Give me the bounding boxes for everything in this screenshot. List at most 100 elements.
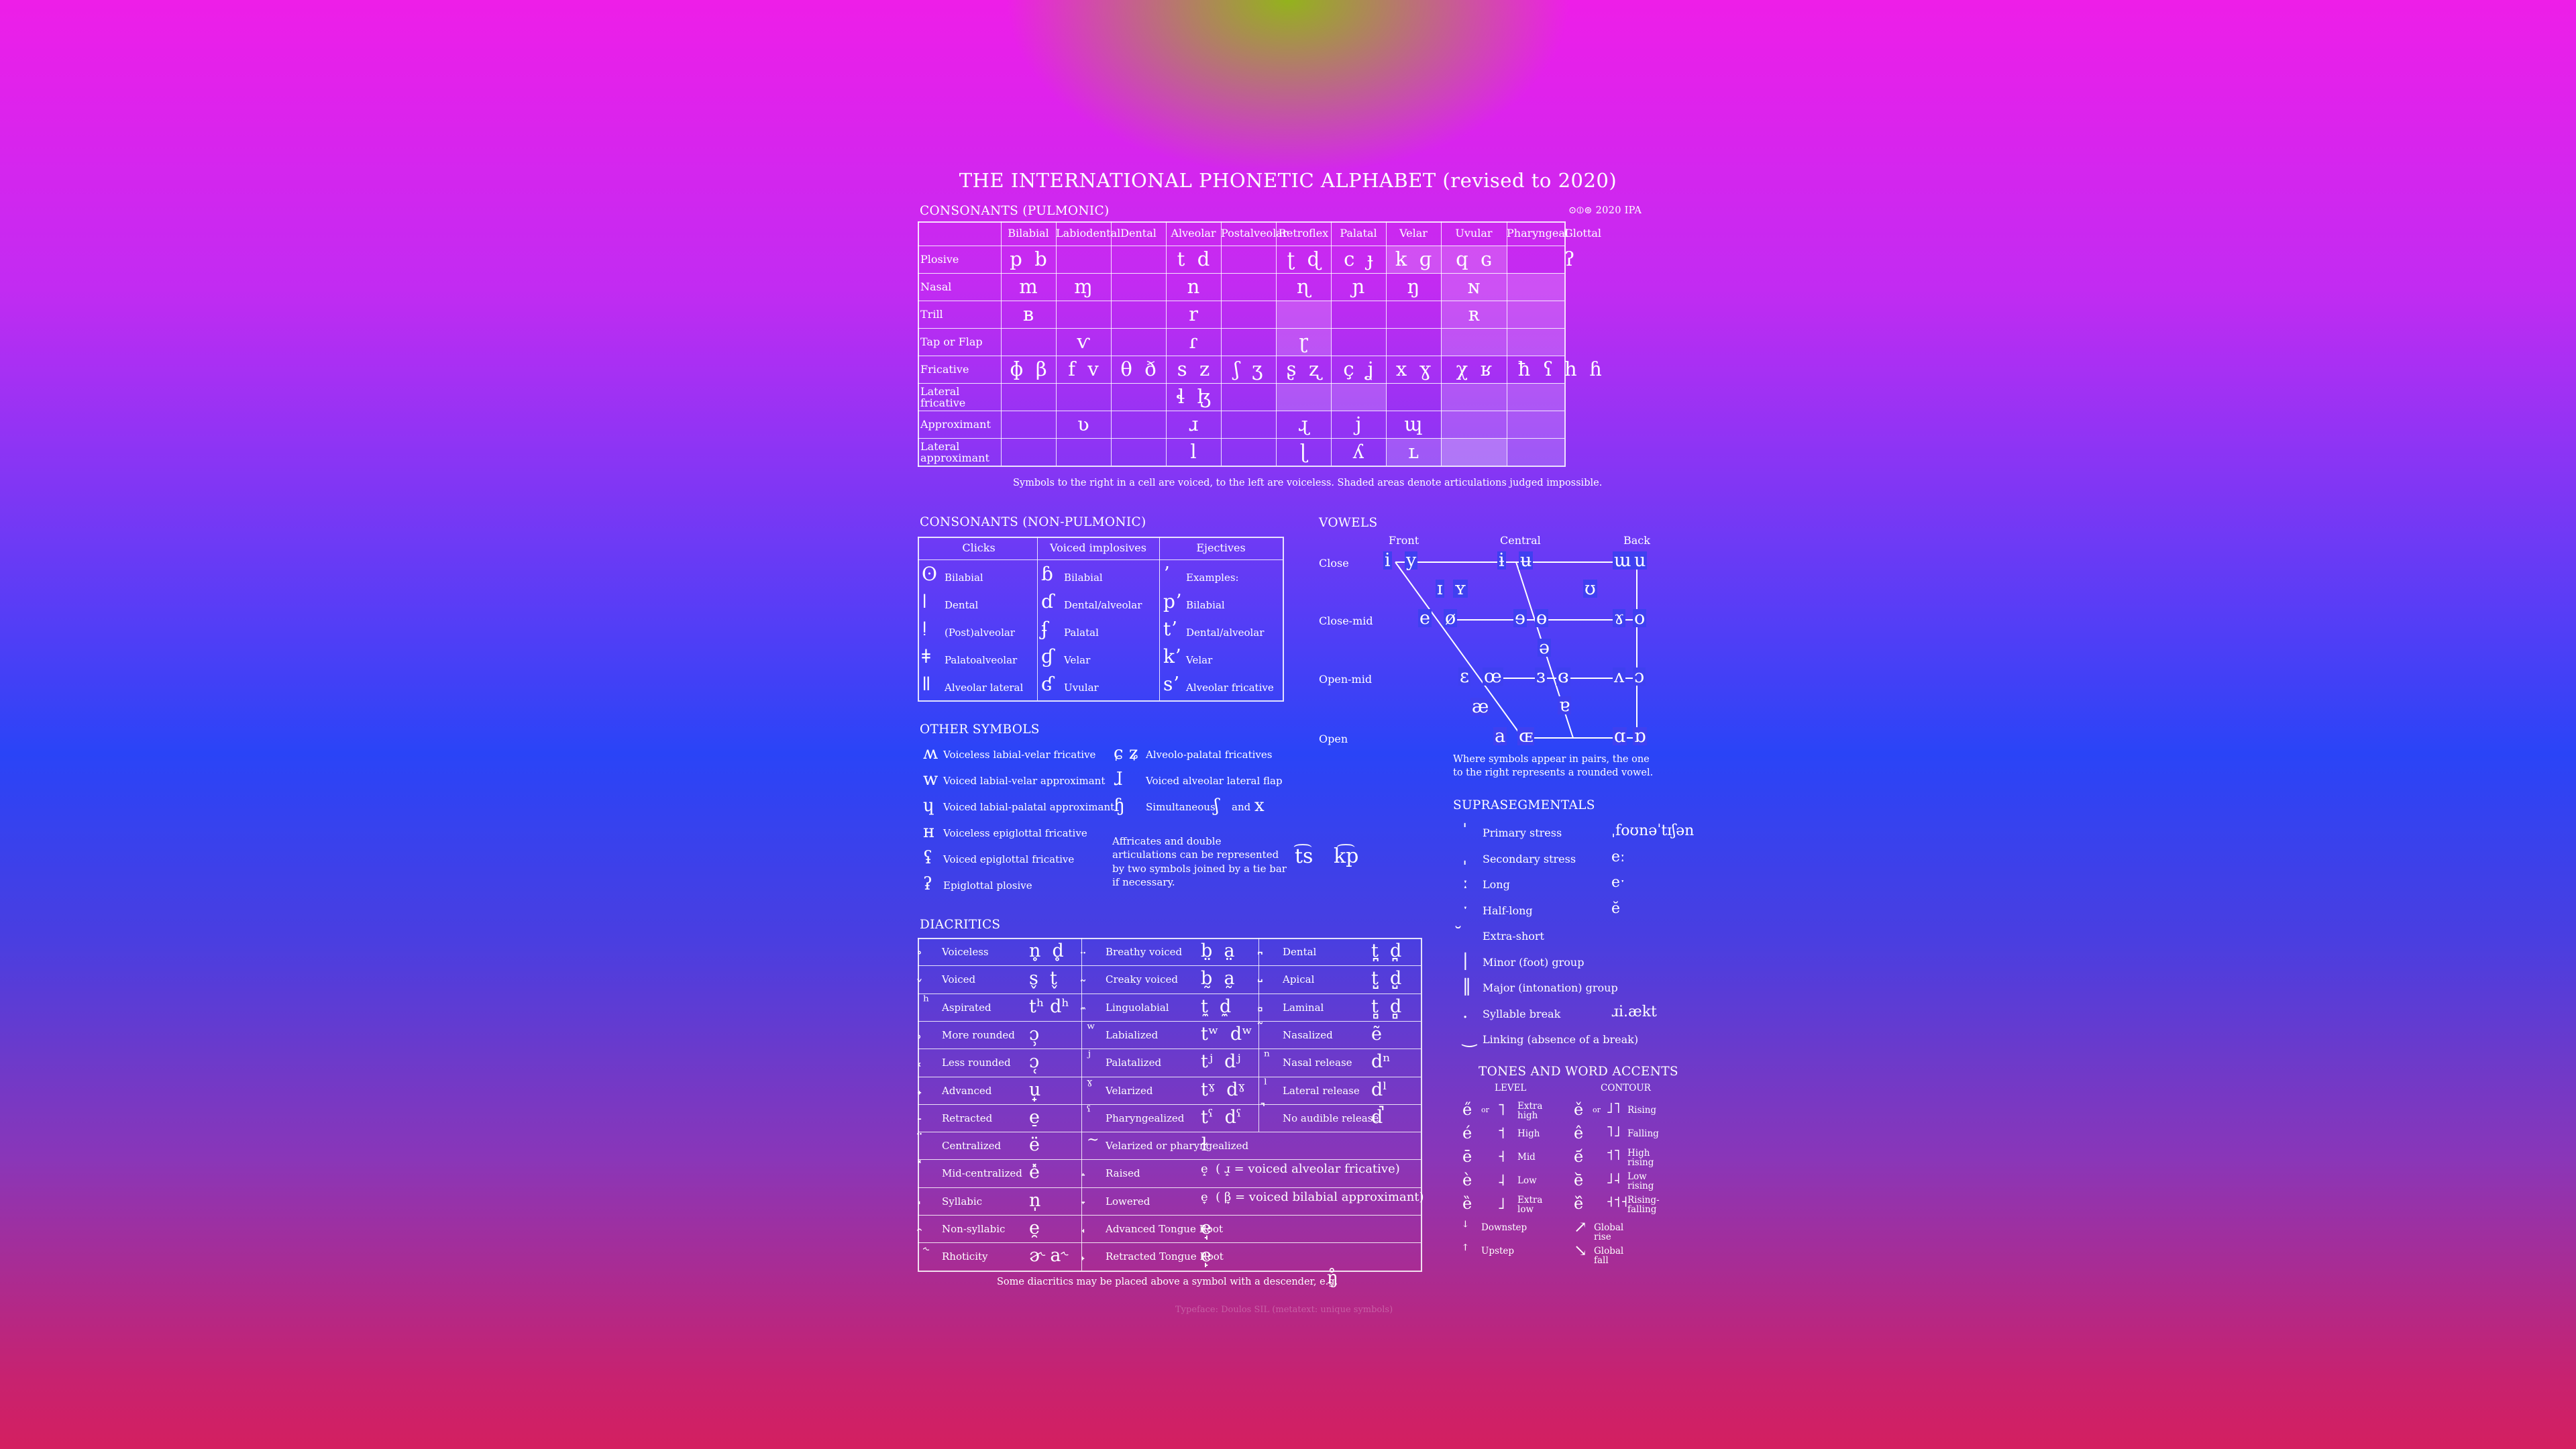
diacritic-label: Pharyngealized bbox=[1106, 1112, 1185, 1124]
consonant-symbol: χ ʁ bbox=[1456, 358, 1492, 380]
diacritic-example: ẽ bbox=[1371, 1023, 1382, 1044]
diacritic-example: e̞ ( β̞ = voiced bilabial approximant) bbox=[1201, 1189, 1424, 1204]
table-border-bottom bbox=[918, 466, 1564, 467]
diacritic-example: u̟ bbox=[1029, 1079, 1041, 1100]
row-label: Lateral fricative bbox=[920, 385, 966, 409]
diacritic-label: Aspirated bbox=[942, 1001, 991, 1014]
column-header: Velar bbox=[1399, 227, 1428, 239]
np-column-header: Ejectives bbox=[1196, 541, 1246, 554]
np-symbol: tʼ bbox=[1163, 618, 1177, 640]
diacritic-label: Creaky voiced bbox=[1106, 973, 1178, 986]
vowel-symbol: ʉ bbox=[1519, 550, 1534, 571]
diacritic-col-divider bbox=[1258, 938, 1259, 1132]
vowel-symbol: y bbox=[1405, 550, 1418, 571]
supra-example: ˌfoʊnəˈtɪʃən bbox=[1611, 822, 1695, 839]
column-header: Uvular bbox=[1455, 227, 1493, 239]
diacritic-example: e̽ bbox=[1029, 1162, 1040, 1183]
shaded-cell bbox=[1507, 328, 1564, 356]
column-header: Postalveolar bbox=[1221, 227, 1288, 239]
consonant-symbol: ɭ bbox=[1299, 440, 1307, 463]
vowel-symbol: ø bbox=[1444, 608, 1458, 629]
diacritic-label: Dental bbox=[1283, 946, 1317, 958]
contour-label: High rising bbox=[1627, 1148, 1654, 1168]
consonant-symbol: c ɟ bbox=[1344, 248, 1373, 270]
consonant-symbol: ʎ bbox=[1352, 440, 1364, 463]
other-symbol: ʡ bbox=[923, 874, 932, 894]
simultaneous-and: and bbox=[1232, 801, 1251, 813]
vowel-front-label: Front bbox=[1389, 534, 1419, 547]
diacritic-label: Mid-centralized bbox=[942, 1167, 1022, 1180]
shaded-cell bbox=[1507, 301, 1564, 328]
tones-level-header: LEVEL bbox=[1495, 1083, 1527, 1093]
np-border-bottom bbox=[918, 700, 1283, 702]
vowel-symbol: ɑ bbox=[1613, 726, 1627, 747]
consonant-symbol: f v bbox=[1068, 358, 1099, 380]
supra-label: Minor (foot) group bbox=[1483, 955, 1585, 969]
diacritic-example: s̬ t̬ bbox=[1029, 968, 1057, 989]
consonant-symbol: k ɡ bbox=[1395, 248, 1432, 270]
shaded-cell bbox=[1276, 383, 1331, 411]
np-symbol: ʘ bbox=[922, 563, 937, 585]
tone-symbol: e̋ bbox=[1462, 1100, 1472, 1119]
footer-note: Typeface: Doulos SIL (metatext: unique s… bbox=[1175, 1305, 1393, 1315]
diacritic-example: dˡ bbox=[1371, 1079, 1387, 1100]
np-symbol: kʼ bbox=[1163, 645, 1181, 667]
other-symbol: ʍ bbox=[923, 743, 938, 763]
tone-or: or bbox=[1481, 1106, 1489, 1114]
supra-symbol: . bbox=[1462, 1002, 1468, 1022]
other-label: Epiglottal plosive bbox=[943, 879, 1032, 892]
supra-symbol: ˌ bbox=[1462, 847, 1468, 867]
tone-symbol: è bbox=[1462, 1171, 1472, 1189]
vowel-symbol: ə bbox=[1538, 637, 1551, 658]
supra-heading: SUPRASEGMENTALS bbox=[1453, 798, 1595, 812]
tone-label: High bbox=[1517, 1128, 1540, 1139]
contour-letter: ˦˥ bbox=[1606, 1147, 1621, 1164]
vowel-symbol: æ bbox=[1470, 696, 1491, 717]
diacritic-mark: ~ bbox=[1087, 1132, 1099, 1149]
contour-letter: ˧˦˧ bbox=[1606, 1194, 1628, 1211]
ipa-chart: THE INTERNATIONAL PHONETIC ALPHABET (rev… bbox=[0, 0, 2576, 1449]
other-symbol: ɕ ʑ bbox=[1114, 743, 1139, 763]
supra-symbol: ˈ bbox=[1462, 821, 1468, 841]
diacritic-example: n̩ bbox=[1029, 1189, 1041, 1211]
contour-symbol: ě bbox=[1574, 1100, 1584, 1119]
diacritic-label: Voiceless bbox=[942, 946, 989, 958]
diacritic-example: t̻ d̻ bbox=[1371, 996, 1402, 1017]
contour-letter: ˥˩ bbox=[1606, 1124, 1621, 1140]
vowel-symbol: ʏ bbox=[1453, 578, 1468, 599]
consonant-symbol: ɬ ɮ bbox=[1175, 385, 1212, 408]
shaded-cell bbox=[1507, 273, 1564, 301]
vowel-symbol: ɛ bbox=[1458, 666, 1470, 687]
consonant-symbol: ɱ bbox=[1074, 275, 1093, 298]
column-header: Alveolar bbox=[1171, 227, 1216, 239]
consonant-symbol: ʋ bbox=[1077, 413, 1089, 435]
diacritic-row-divider bbox=[918, 1242, 1421, 1244]
diacritic-label: Labialized bbox=[1106, 1028, 1159, 1041]
diacritic-example: d̚ bbox=[1371, 1106, 1383, 1128]
row-label: Approximant bbox=[920, 418, 991, 431]
column-header: Bilabial bbox=[1008, 227, 1049, 239]
np-border-top bbox=[918, 537, 1283, 538]
tone-symbol: ꜜ bbox=[1462, 1218, 1468, 1236]
consonant-symbol: l bbox=[1190, 440, 1197, 463]
diacritic-mark: ⁿ bbox=[1264, 1049, 1271, 1066]
diacritic-row-divider bbox=[918, 1187, 1421, 1188]
diacritic-example: tˤ dˤ bbox=[1201, 1106, 1242, 1128]
vowel-symbol: ɨ bbox=[1497, 550, 1506, 571]
np-symbol: ʼ bbox=[1163, 563, 1169, 585]
contour-label: Global rise bbox=[1594, 1222, 1624, 1242]
row-label: Nasal bbox=[920, 280, 952, 293]
diacritic-label: Non-syllabic bbox=[942, 1223, 1006, 1235]
pulmonic-heading: CONSONANTS (PULMONIC) bbox=[920, 204, 1110, 218]
vowel-central-label: Central bbox=[1500, 534, 1541, 547]
np-label: Bilabial bbox=[1186, 599, 1225, 611]
vowel-symbol: ʊ bbox=[1583, 578, 1597, 599]
tone-label: Downstep bbox=[1481, 1222, 1527, 1233]
np-symbol: pʼ bbox=[1163, 590, 1181, 612]
supra-label: Linking (absence of a break) bbox=[1483, 1033, 1639, 1046]
row-divider bbox=[918, 328, 1564, 329]
diacritic-border-top bbox=[918, 938, 1421, 939]
copyright-notice: ⊙⦶⊚ 2020 IPA bbox=[1568, 205, 1642, 216]
vowel-symbol: ɔ bbox=[1633, 666, 1646, 687]
consonant-symbol: ɹ bbox=[1188, 413, 1199, 435]
